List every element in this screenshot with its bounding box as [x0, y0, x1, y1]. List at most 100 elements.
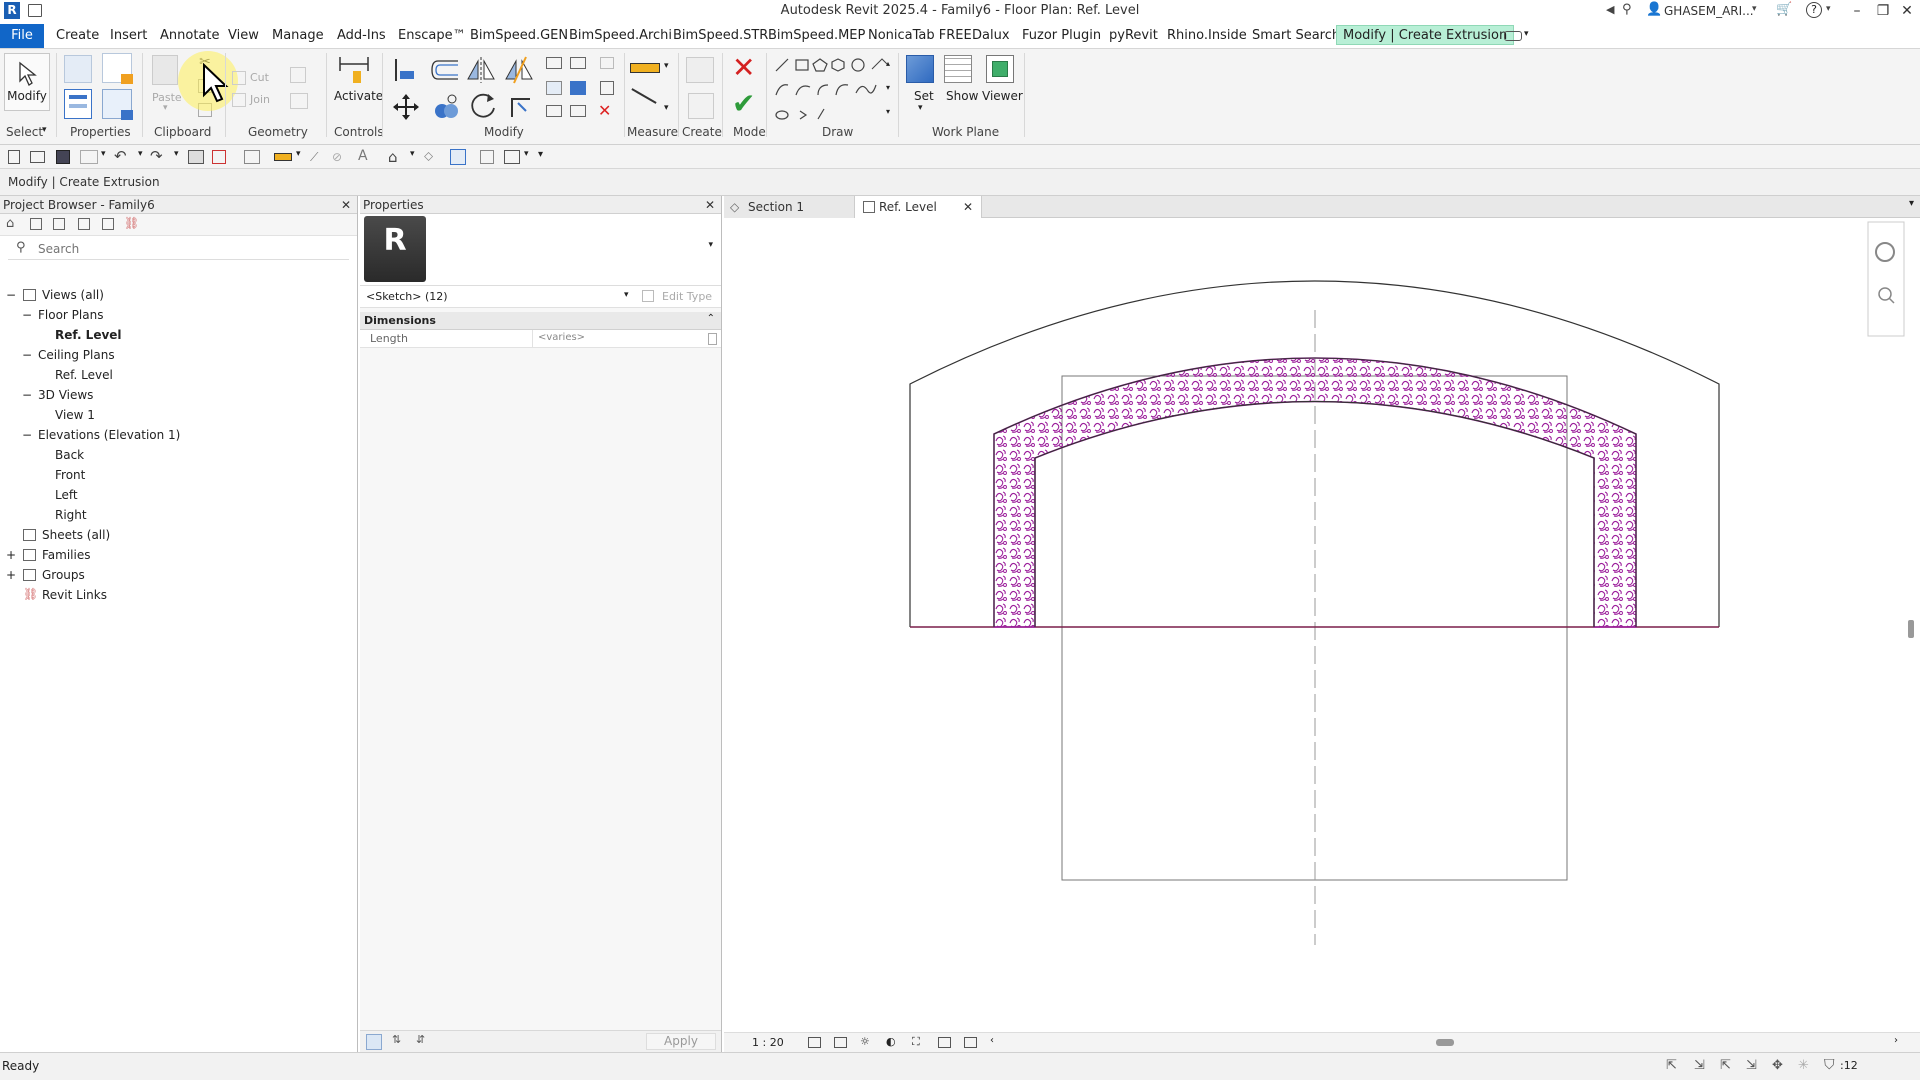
create-component-icon[interactable]: [686, 57, 714, 83]
dimension-dropdown-icon[interactable]: ▾: [664, 103, 669, 113]
tab-bimspeed-str[interactable]: BimSpeed.STR: [673, 26, 768, 46]
tab-add-ins[interactable]: Add-Ins: [337, 26, 386, 46]
tab-bimspeed-mep[interactable]: BimSpeed.MEP: [768, 26, 865, 46]
measure-qat-icon[interactable]: [244, 150, 260, 164]
browser-home-icon[interactable]: ⌂: [6, 216, 14, 231]
cancel-edit-mode-icon[interactable]: ✕: [732, 53, 755, 83]
undo-icon[interactable]: ↶: [114, 147, 127, 165]
help-icon[interactable]: ?: [1806, 2, 1822, 18]
copy-icon[interactable]: [432, 93, 460, 121]
apply-button[interactable]: Apply: [646, 1033, 716, 1050]
tree-item-elevations[interactable]: Elevations (Elevation 1): [38, 428, 180, 442]
tree-item-sheets[interactable]: Sheets (all): [42, 528, 110, 542]
switch-windows-icon[interactable]: [504, 150, 520, 164]
move-icon[interactable]: [392, 93, 420, 121]
scroll-left-icon[interactable]: ‹: [990, 1035, 994, 1046]
finish-edit-mode-icon[interactable]: ✔: [732, 89, 755, 119]
scroll-right-icon[interactable]: ›: [1894, 1035, 1898, 1046]
dimensions-section[interactable]: Dimensions ⌃: [360, 312, 721, 330]
background-process-icon[interactable]: ✳: [1798, 1058, 1809, 1073]
rotate-icon[interactable]: [468, 91, 498, 121]
drag-elements-icon[interactable]: ✥: [1772, 1058, 1783, 1073]
tree-item-3d-views[interactable]: 3D Views: [38, 388, 93, 402]
search-input[interactable]: [38, 240, 338, 258]
cut-icon[interactable]: [232, 71, 246, 85]
tree-toggle-ceiling-plans[interactable]: −: [22, 348, 32, 362]
browser-families-icon[interactable]: [102, 218, 114, 230]
tab-section-1[interactable]: ◇ Section 1: [724, 196, 854, 218]
tree-toggle-3d-views[interactable]: −: [22, 388, 32, 402]
browser-views-icon[interactable]: [30, 218, 42, 230]
vertical-scrollbar-thumb[interactable]: [1908, 620, 1914, 638]
user-dropdown-icon[interactable]: ▾: [1752, 4, 1757, 14]
associate-parameter-icon[interactable]: [708, 333, 717, 345]
tab-nonicatab[interactable]: NonicaTab FREE: [868, 26, 972, 46]
geometry-tool2-icon[interactable]: [290, 93, 308, 109]
tree-item-floor-plans[interactable]: Floor Plans: [38, 308, 103, 322]
tag-all-icon[interactable]: ⊘: [332, 150, 346, 164]
select-panel-label[interactable]: Select: [6, 125, 43, 139]
cart-icon[interactable]: 🛒: [1776, 2, 1792, 17]
draw-tools-icon[interactable]: [772, 55, 892, 121]
close-project-browser-icon[interactable]: ✕: [341, 196, 351, 214]
select-underlay-icon[interactable]: ⇲: [1694, 1058, 1705, 1073]
show-label[interactable]: Show: [946, 89, 978, 103]
filter-count[interactable]: :12: [1840, 1059, 1858, 1072]
tab-pyrevit[interactable]: pyRevit: [1109, 26, 1158, 46]
filter-icon[interactable]: ⛉: [1824, 1057, 1835, 1073]
default-3d-view-icon[interactable]: ⌂: [388, 148, 398, 166]
tab-view[interactable]: View: [228, 26, 259, 46]
tree-item-right[interactable]: Right: [55, 508, 87, 522]
tab-insert[interactable]: Insert: [110, 26, 147, 46]
sketch-canvas[interactable]: [724, 218, 1920, 1030]
draw-scroll-up-icon[interactable]: ▴: [886, 59, 890, 68]
mirror-draw-axis-icon[interactable]: [504, 55, 534, 85]
browser-3d-icon[interactable]: [53, 218, 65, 230]
redo-dropdown-icon[interactable]: ▾: [174, 149, 179, 159]
tab-bimspeed-archi[interactable]: BimSpeed.Archi: [569, 26, 672, 46]
draw-expand-icon[interactable]: ▾: [886, 107, 890, 116]
tree-toggle-elevations[interactable]: −: [22, 428, 32, 442]
sun-path-icon[interactable]: ☼: [860, 1035, 870, 1048]
close-inactive-views-icon[interactable]: [480, 150, 494, 164]
sync-dropdown-icon[interactable]: ▾: [101, 149, 106, 159]
tree-item-groups[interactable]: Groups: [42, 568, 85, 582]
tree-item-left[interactable]: Left: [55, 488, 78, 502]
tab-ref-level[interactable]: Ref. Level ✕: [854, 196, 982, 218]
tree-toggle-groups[interactable]: +: [6, 568, 16, 582]
thin-lines-icon[interactable]: [450, 149, 466, 165]
reveal-hidden-icon[interactable]: [938, 1037, 951, 1048]
tree-item-families[interactable]: Families: [42, 548, 90, 562]
print-icon[interactable]: [188, 150, 204, 164]
viewer-label[interactable]: Viewer: [982, 89, 1023, 103]
tree-item-views-all[interactable]: Views (all): [42, 288, 104, 302]
visual-style-icon[interactable]: [834, 1037, 847, 1048]
length-value[interactable]: <varies>: [538, 332, 585, 343]
type-selector-dropdown-icon[interactable]: ▾: [708, 240, 713, 250]
split-gap-icon[interactable]: [570, 57, 586, 69]
tree-item-ceiling-plans[interactable]: Ceiling Plans: [38, 348, 115, 362]
trim-extend-corner-icon[interactable]: [506, 93, 532, 119]
join-icon[interactable]: [232, 93, 246, 107]
array-icon[interactable]: [546, 81, 562, 95]
geometry-tool-icon[interactable]: [290, 67, 306, 83]
tab-file[interactable]: File: [0, 24, 44, 48]
user-icon[interactable]: 👤: [1646, 2, 1662, 17]
customize-qat-icon[interactable]: ▾: [538, 149, 543, 160]
restore-button[interactable]: ❐: [1870, 1, 1896, 21]
switch-windows-dropdown-icon[interactable]: ▾: [524, 149, 529, 159]
ribbon-toggle-dropdown-icon[interactable]: ▾: [1524, 29, 1529, 39]
tab-fuzor-plugin[interactable]: Fuzor Plugin: [1022, 26, 1101, 46]
activate-controls-icon[interactable]: [336, 53, 372, 87]
tab-enscape[interactable]: Enscape™: [398, 26, 466, 46]
view-scale[interactable]: 1 : 20: [752, 1036, 784, 1049]
shadows-icon[interactable]: ◐: [886, 1035, 896, 1048]
select-pinned-icon[interactable]: ⇱: [1720, 1058, 1731, 1073]
show-work-plane-icon[interactable]: [944, 55, 972, 83]
tab-bimspeed-gen[interactable]: BimSpeed.GEN: [470, 26, 568, 46]
detail-level-icon[interactable]: [808, 1037, 821, 1048]
delete-icon[interactable]: ✕: [598, 101, 611, 120]
type-properties-icon[interactable]: [64, 55, 92, 83]
work-plane-viewer-icon[interactable]: [986, 55, 1014, 83]
tree-item-revit-links[interactable]: Revit Links: [42, 588, 107, 602]
